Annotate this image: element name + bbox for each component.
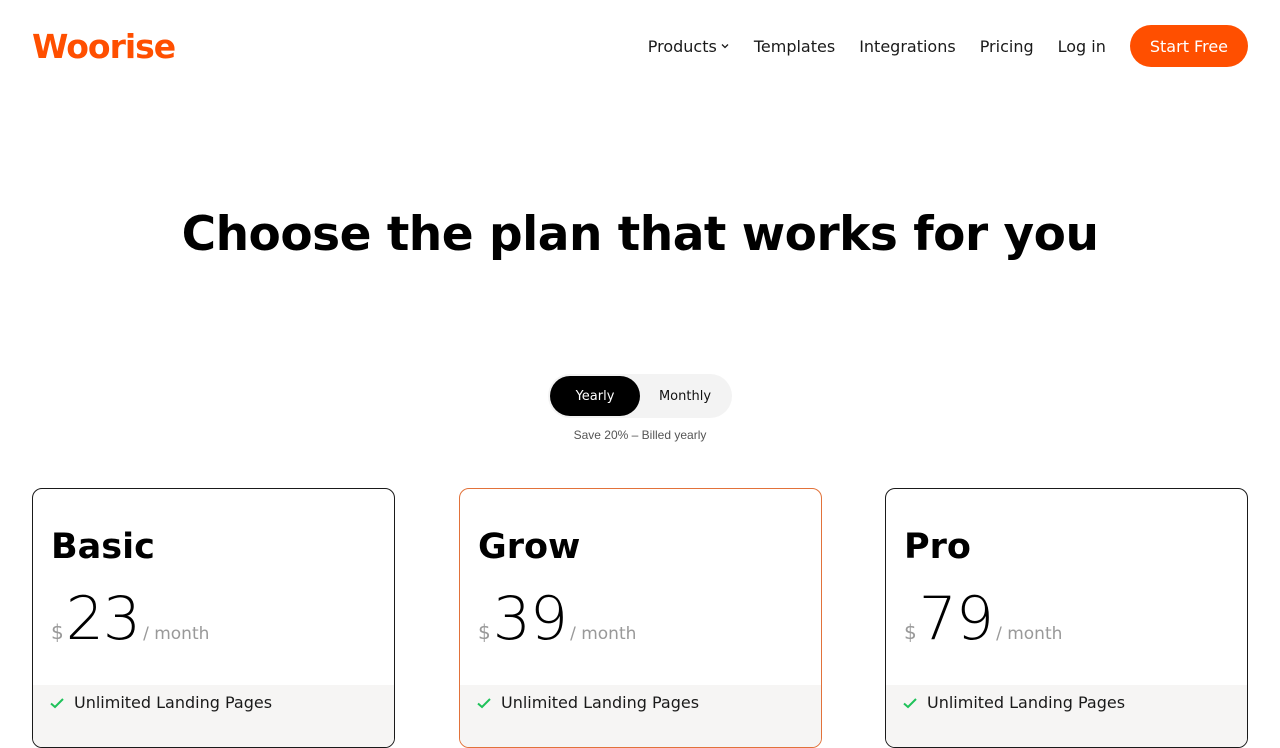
nav-item-pricing[interactable]: Pricing bbox=[980, 37, 1034, 56]
toggle-yearly[interactable]: Yearly bbox=[550, 376, 640, 416]
check-icon bbox=[902, 695, 918, 711]
billing-note: Save 20% – Billed yearly bbox=[573, 428, 707, 442]
price: $ 23 / month bbox=[51, 587, 209, 651]
currency-symbol: $ bbox=[904, 620, 917, 644]
list-item: Unlimited Landing Pages bbox=[902, 693, 1125, 712]
billing-toggle: Yearly Monthly bbox=[548, 374, 732, 418]
nav-item-templates[interactable]: Templates bbox=[754, 37, 835, 56]
price-amount: 39 bbox=[492, 584, 568, 654]
price-period: / month bbox=[996, 624, 1063, 644]
currency-symbol: $ bbox=[51, 620, 64, 644]
chevron-down-icon bbox=[720, 41, 730, 51]
price: $ 39 / month bbox=[478, 587, 636, 651]
list-item: Unlimited Landing Pages bbox=[476, 693, 699, 712]
price-amount: 23 bbox=[65, 584, 141, 654]
price-period: / month bbox=[143, 624, 210, 644]
nav-item-login[interactable]: Log in bbox=[1058, 37, 1106, 56]
logo-text: Woorise bbox=[32, 27, 176, 66]
check-icon bbox=[476, 695, 492, 711]
feature-text: Unlimited Landing Pages bbox=[927, 693, 1126, 712]
price-amount: 79 bbox=[918, 584, 994, 654]
price: $ 79 / month bbox=[904, 587, 1062, 651]
plan-name: Basic bbox=[51, 527, 155, 567]
main-nav: Products Templates Integrations Pricing … bbox=[648, 25, 1248, 67]
toggle-monthly[interactable]: Monthly bbox=[640, 376, 730, 416]
nav-item-label: Products bbox=[647, 36, 717, 56]
check-icon bbox=[49, 695, 65, 711]
feature-list: Unlimited Landing Pages bbox=[460, 685, 821, 747]
currency-symbol: $ bbox=[478, 620, 491, 644]
feature-list: Unlimited Landing Pages bbox=[886, 685, 1247, 747]
feature-text: Unlimited Landing Pages bbox=[501, 693, 700, 712]
plan-name: Grow bbox=[478, 527, 581, 567]
site-header: Woorise Products Templates Integrations … bbox=[0, 0, 1280, 92]
start-free-button[interactable]: Start Free bbox=[1129, 25, 1248, 67]
nav-item-integrations[interactable]: Integrations bbox=[859, 37, 956, 56]
logo[interactable]: Woorise bbox=[32, 27, 176, 67]
plan-card-grow: Grow $ 39 / month Unlimited Landing Page… bbox=[459, 488, 822, 748]
feature-list: Unlimited Landing Pages bbox=[33, 685, 394, 747]
page-title: Choose the plan that works for you bbox=[181, 207, 1099, 262]
plan-name: Pro bbox=[904, 527, 971, 567]
price-period: / month bbox=[570, 624, 637, 644]
list-item: Unlimited Landing Pages bbox=[49, 693, 272, 712]
nav-item-products[interactable]: Products bbox=[648, 37, 730, 56]
plan-card-pro: Pro $ 79 / month Unlimited Landing Pages bbox=[885, 488, 1248, 748]
feature-text: Unlimited Landing Pages bbox=[74, 693, 273, 712]
plan-card-basic: Basic $ 23 / month Unlimited Landing Pag… bbox=[32, 488, 395, 748]
